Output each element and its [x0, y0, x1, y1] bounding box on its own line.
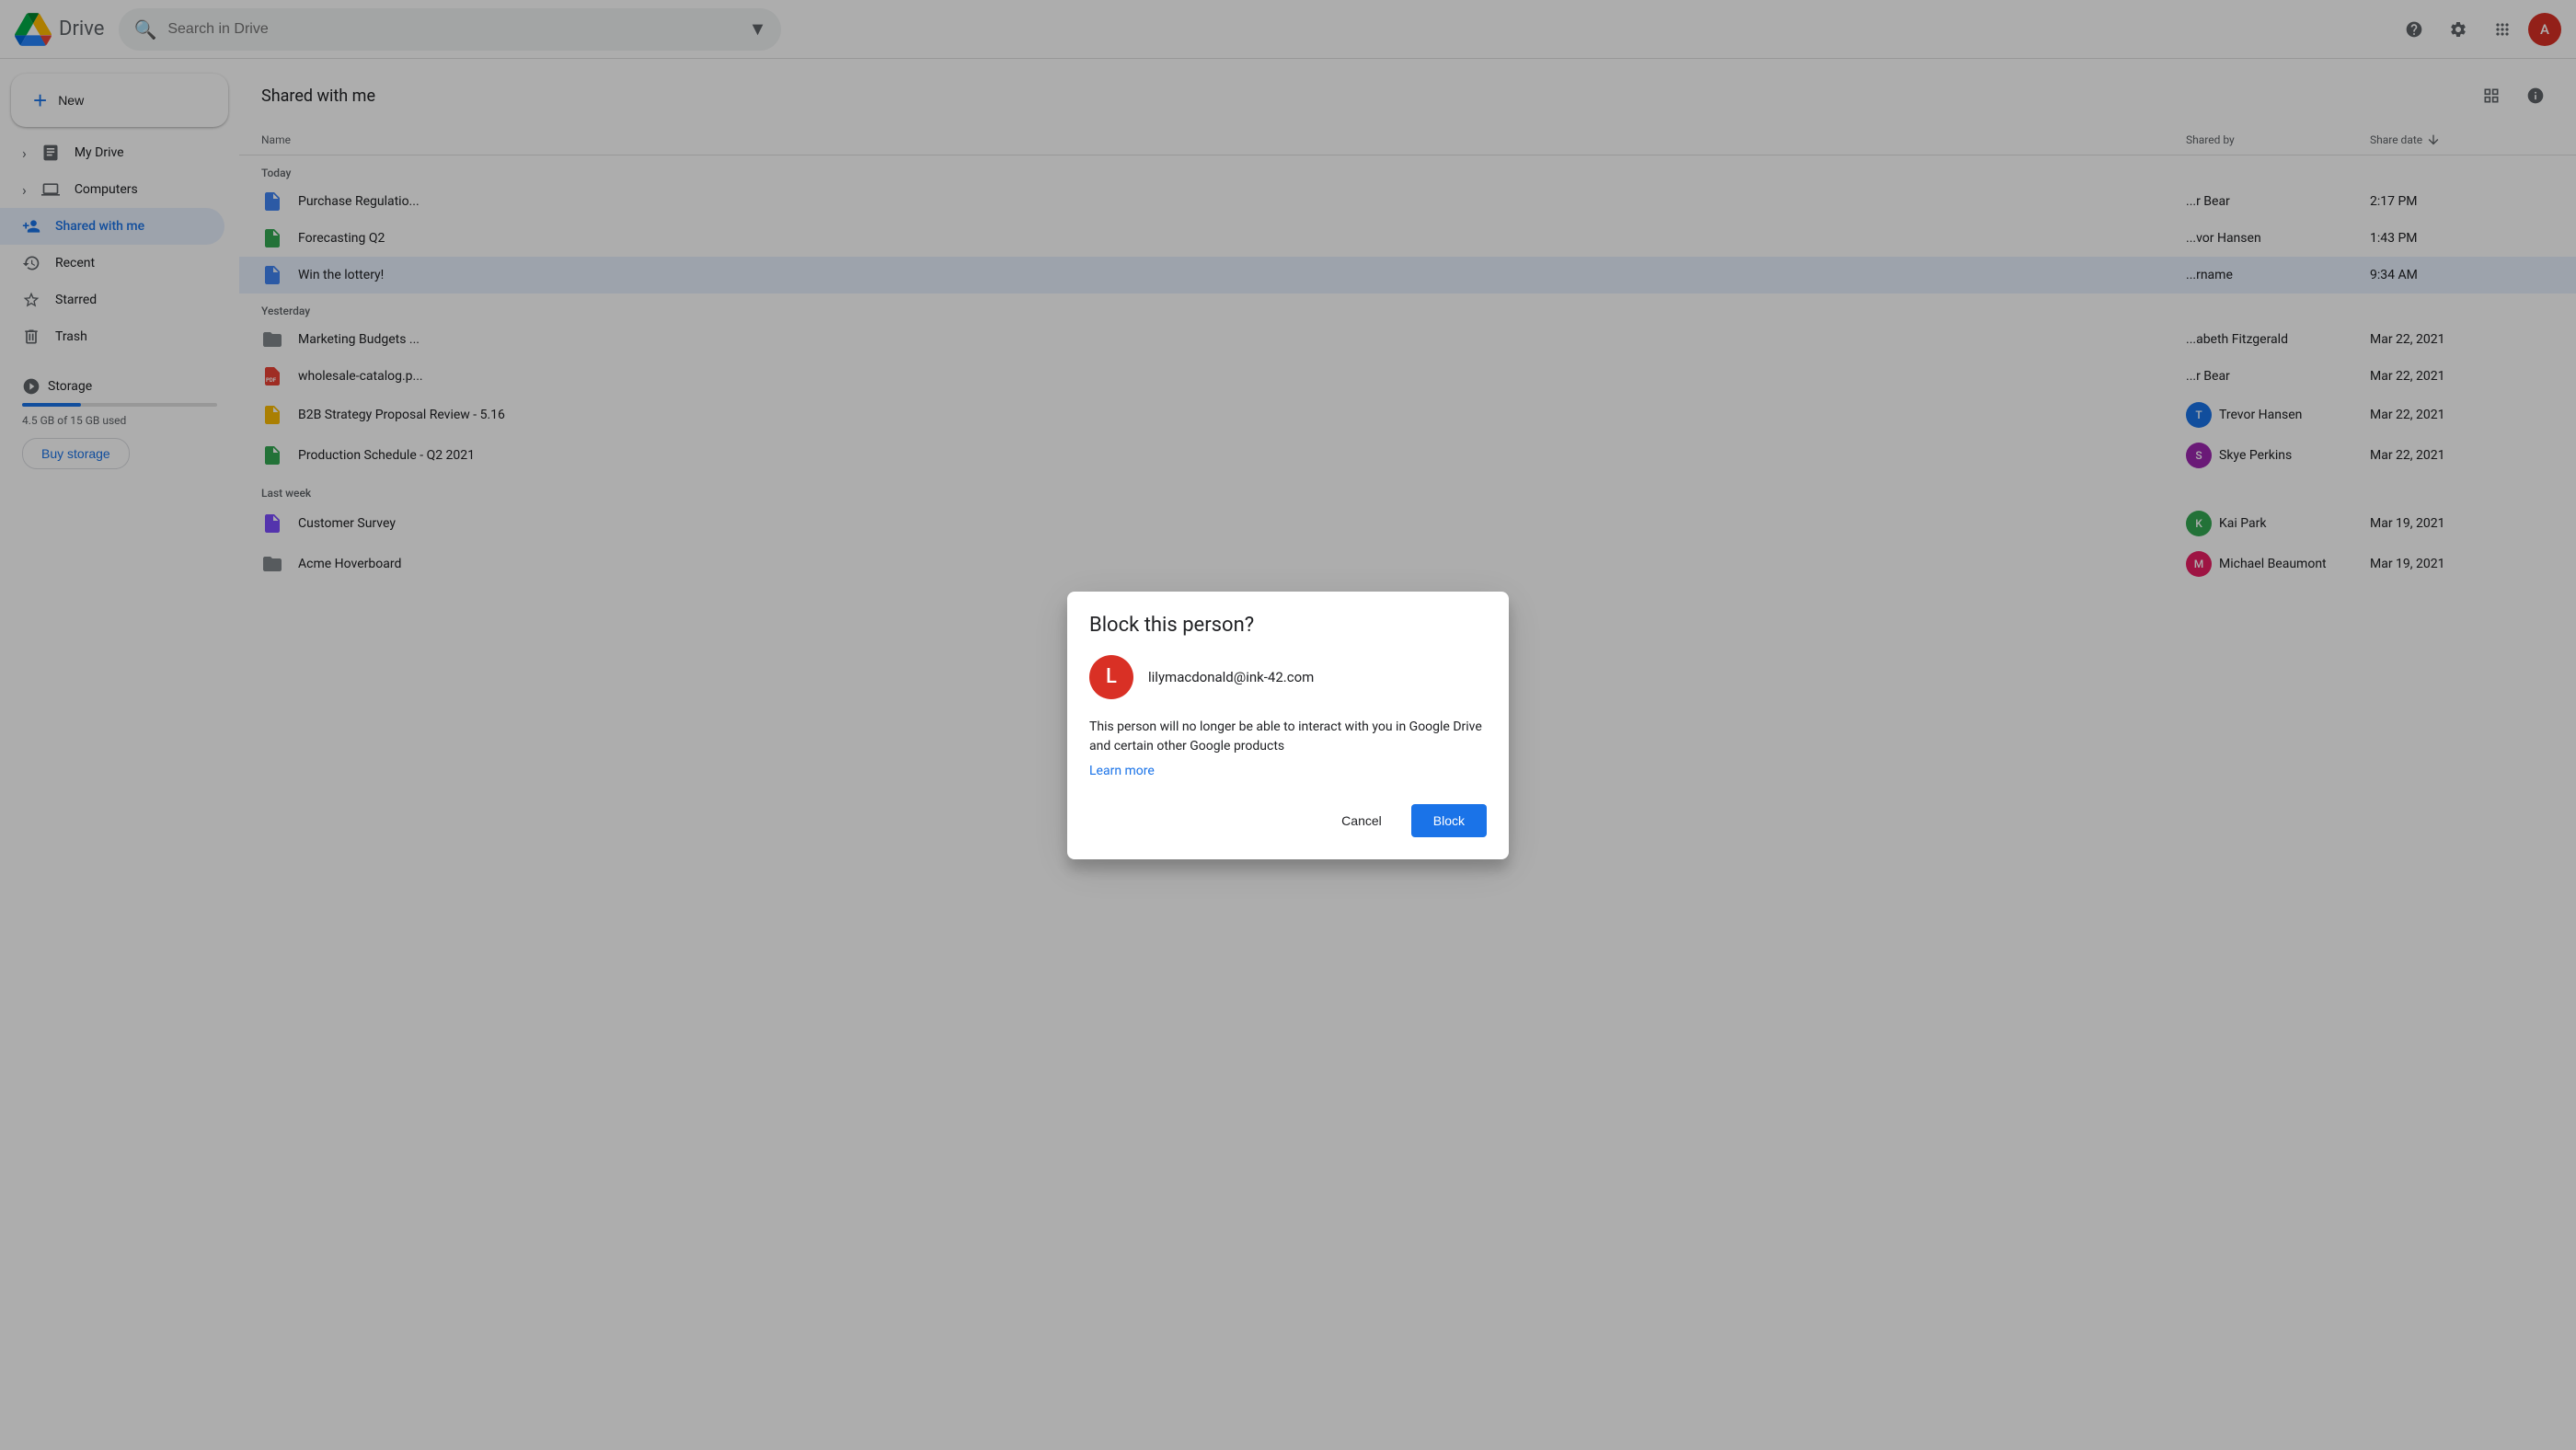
cancel-button[interactable]: Cancel [1319, 804, 1404, 837]
dialog-person: L lilymacdonald@ink-42.com [1089, 655, 1487, 699]
block-dialog: Block this person? L lilymacdonald@ink-4… [1067, 592, 1509, 859]
person-avatar: L [1089, 655, 1133, 699]
dialog-overlay[interactable]: Block this person? L lilymacdonald@ink-4… [0, 0, 2576, 1450]
learn-more-link[interactable]: Learn more [1089, 764, 1487, 778]
block-button[interactable]: Block [1411, 804, 1487, 837]
dialog-actions: Cancel Block [1089, 804, 1487, 837]
dialog-description: This person will no longer be able to in… [1089, 718, 1487, 756]
dialog-title: Block this person? [1089, 614, 1487, 637]
person-email: lilymacdonald@ink-42.com [1148, 669, 1314, 685]
